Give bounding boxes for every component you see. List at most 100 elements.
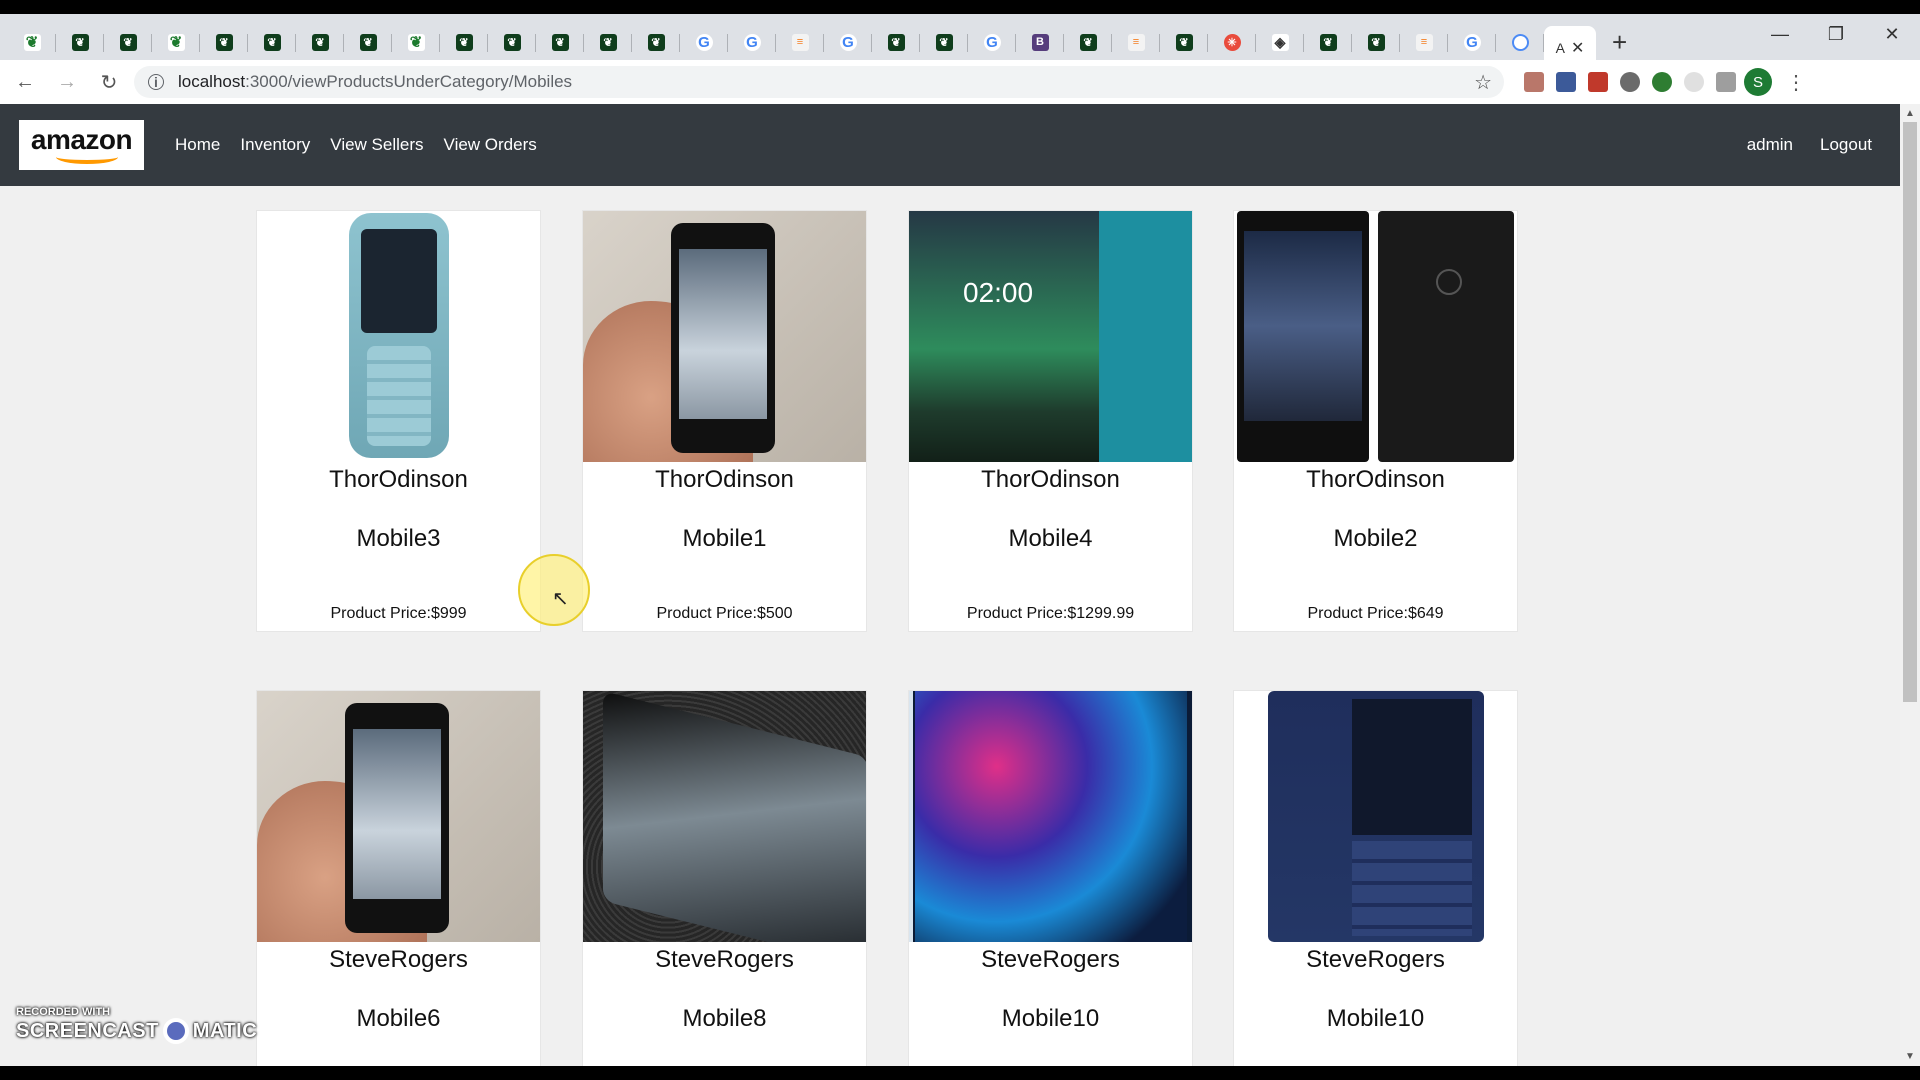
nav-logout[interactable]: Logout bbox=[1820, 135, 1872, 155]
nav-link-home[interactable]: Home bbox=[175, 135, 220, 155]
browser-tab[interactable]: ❦ bbox=[8, 22, 56, 62]
browser-tab[interactable]: G bbox=[824, 22, 872, 62]
product-card[interactable]: ThorOdinson Mobile3 Product Price:$999 bbox=[256, 210, 541, 632]
google-icon: G bbox=[983, 33, 1001, 51]
product-image[interactable] bbox=[257, 691, 540, 942]
product-name[interactable]: Mobile1 bbox=[583, 525, 866, 553]
nav-link-view-orders[interactable]: View Orders bbox=[444, 135, 537, 155]
bookmark-star-icon[interactable]: ☆ bbox=[1474, 70, 1492, 95]
browser-tab[interactable]: ❦ bbox=[536, 22, 584, 62]
address-bar[interactable]: i localhost:3000/viewProductsUnderCatego… bbox=[134, 66, 1504, 98]
browser-tab[interactable]: ❦ bbox=[56, 22, 104, 62]
browser-tab[interactable]: ≡ bbox=[1112, 22, 1160, 62]
browser-tab[interactable]: ❦ bbox=[104, 22, 152, 62]
product-name[interactable]: Mobile10 bbox=[909, 1005, 1192, 1033]
product-seller: SteveRogers bbox=[1306, 946, 1445, 973]
product-seller: SteveRogers bbox=[655, 946, 794, 973]
mongodb-icon: ❦ bbox=[599, 33, 617, 51]
extension-bug-icon[interactable] bbox=[1620, 72, 1640, 92]
restore-icon[interactable]: ❐ bbox=[1808, 14, 1864, 54]
product-card[interactable]: SteveRogers Mobile10 bbox=[908, 690, 1193, 1066]
minimize-icon[interactable]: — bbox=[1752, 14, 1808, 54]
logo-smile-icon bbox=[55, 150, 118, 164]
browser-tab[interactable]: ❦ bbox=[1304, 22, 1352, 62]
back-icon[interactable]: ← bbox=[8, 65, 42, 99]
browser-tab[interactable]: ❦ bbox=[1352, 22, 1400, 62]
nav-link-inventory[interactable]: Inventory bbox=[240, 135, 310, 155]
browser-tab[interactable]: ❦ bbox=[632, 22, 680, 62]
product-card[interactable]: ThorOdinson Mobile1 Product Price:$500 bbox=[582, 210, 867, 632]
scroll-down-icon[interactable]: ▼ bbox=[1905, 1051, 1915, 1062]
nav-link-view-sellers[interactable]: View Sellers bbox=[330, 135, 423, 155]
product-image[interactable] bbox=[257, 211, 540, 462]
browser-tab[interactable]: G bbox=[968, 22, 1016, 62]
product-seller: SteveRogers bbox=[329, 946, 468, 973]
product-name[interactable]: Mobile6 bbox=[257, 1005, 540, 1033]
scroll-thumb[interactable] bbox=[1903, 122, 1917, 702]
product-seller: ThorOdinson bbox=[1306, 466, 1445, 493]
browser-tab[interactable]: ❦ bbox=[152, 22, 200, 62]
browser-tab[interactable]: ❦ bbox=[1064, 22, 1112, 62]
profile-avatar[interactable]: S bbox=[1744, 68, 1772, 96]
browser-tab[interactable]: ❦ bbox=[392, 22, 440, 62]
page-scrollbar[interactable]: ▲ ▼ bbox=[1900, 104, 1920, 1066]
site-info-icon[interactable]: i bbox=[148, 74, 164, 90]
browser-tab[interactable]: ≡ bbox=[1400, 22, 1448, 62]
product-name[interactable]: Mobile4 bbox=[909, 525, 1192, 553]
close-tab-icon[interactable]: ✕ bbox=[1571, 38, 1584, 58]
product-image[interactable] bbox=[583, 691, 866, 942]
browser-tab[interactable]: ❦ bbox=[344, 22, 392, 62]
product-name[interactable]: Mobile3 bbox=[257, 525, 540, 553]
browser-tab[interactable]: ❦ bbox=[248, 22, 296, 62]
browser-tab[interactable]: ❦ bbox=[584, 22, 632, 62]
extension-tree-icon[interactable] bbox=[1652, 72, 1672, 92]
product-image[interactable] bbox=[583, 211, 866, 462]
extension-pdf-icon[interactable] bbox=[1524, 72, 1544, 92]
mongodb-icon: ❦ bbox=[215, 33, 233, 51]
extension-cast-icon[interactable] bbox=[1716, 72, 1736, 92]
browser-tab[interactable]: G bbox=[1448, 22, 1496, 62]
extension-grid-icon[interactable] bbox=[1588, 72, 1608, 92]
stackoverflow-icon: ≡ bbox=[791, 33, 809, 51]
browser-tab[interactable]: B bbox=[1016, 22, 1064, 62]
browser-tab[interactable]: ❦ bbox=[200, 22, 248, 62]
browser-tab[interactable]: ❦ bbox=[872, 22, 920, 62]
browser-tab[interactable]: ❦ bbox=[440, 22, 488, 62]
extension-circle-icon[interactable] bbox=[1684, 72, 1704, 92]
product-card[interactable]: ThorOdinson Mobile2 Product Price:$649 bbox=[1233, 210, 1518, 632]
watermark-left-text: SCREENCAST bbox=[16, 1019, 159, 1042]
product-name[interactable]: Mobile8 bbox=[583, 1005, 866, 1033]
url-path: :3000/viewProductsUnderCategory/Mobiles bbox=[245, 72, 573, 91]
browser-menu-icon[interactable]: ⋮ bbox=[1786, 70, 1806, 95]
nav-user-admin[interactable]: admin bbox=[1747, 135, 1793, 155]
product-card[interactable]: SteveRogers Mobile10 bbox=[1233, 690, 1518, 1066]
new-tab-icon[interactable]: + bbox=[1612, 27, 1627, 58]
browser-tab[interactable]: G bbox=[728, 22, 776, 62]
product-image[interactable]: 02:00 bbox=[909, 211, 1192, 462]
close-window-icon[interactable]: ✕ bbox=[1864, 14, 1920, 54]
product-image[interactable] bbox=[1234, 211, 1517, 462]
google-icon: G bbox=[1463, 33, 1481, 51]
bootstrap-icon: B bbox=[1031, 33, 1049, 51]
product-image[interactable] bbox=[1234, 691, 1517, 942]
browser-tab[interactable]: G bbox=[680, 22, 728, 62]
browser-tab[interactable]: ❦ bbox=[296, 22, 344, 62]
product-name[interactable]: Mobile10 bbox=[1234, 1005, 1517, 1033]
product-name[interactable]: Mobile2 bbox=[1234, 525, 1517, 553]
forward-icon[interactable]: → bbox=[50, 65, 84, 99]
reload-icon[interactable]: ↻ bbox=[92, 65, 126, 99]
browser-tab[interactable]: ✳ bbox=[1208, 22, 1256, 62]
product-card[interactable]: SteveRogers Mobile8 bbox=[582, 690, 867, 1066]
browser-tab[interactable]: ❦ bbox=[920, 22, 968, 62]
scroll-up-icon[interactable]: ▲ bbox=[1905, 108, 1915, 119]
browser-tab[interactable]: ≡ bbox=[776, 22, 824, 62]
browser-tab[interactable] bbox=[1496, 22, 1544, 62]
product-card[interactable]: 02:00 ThorOdinson Mobile4 Product Price:$12… bbox=[908, 210, 1193, 632]
extension-list-icon[interactable] bbox=[1556, 72, 1576, 92]
browser-tab[interactable]: ❦ bbox=[488, 22, 536, 62]
browser-tab[interactable]: ◈ bbox=[1256, 22, 1304, 62]
product-image[interactable] bbox=[909, 691, 1192, 942]
product-card[interactable]: SteveRogers Mobile6 bbox=[256, 690, 541, 1066]
browser-tab[interactable]: ❦ bbox=[1160, 22, 1208, 62]
amazon-logo[interactable]: amazon bbox=[19, 120, 144, 170]
